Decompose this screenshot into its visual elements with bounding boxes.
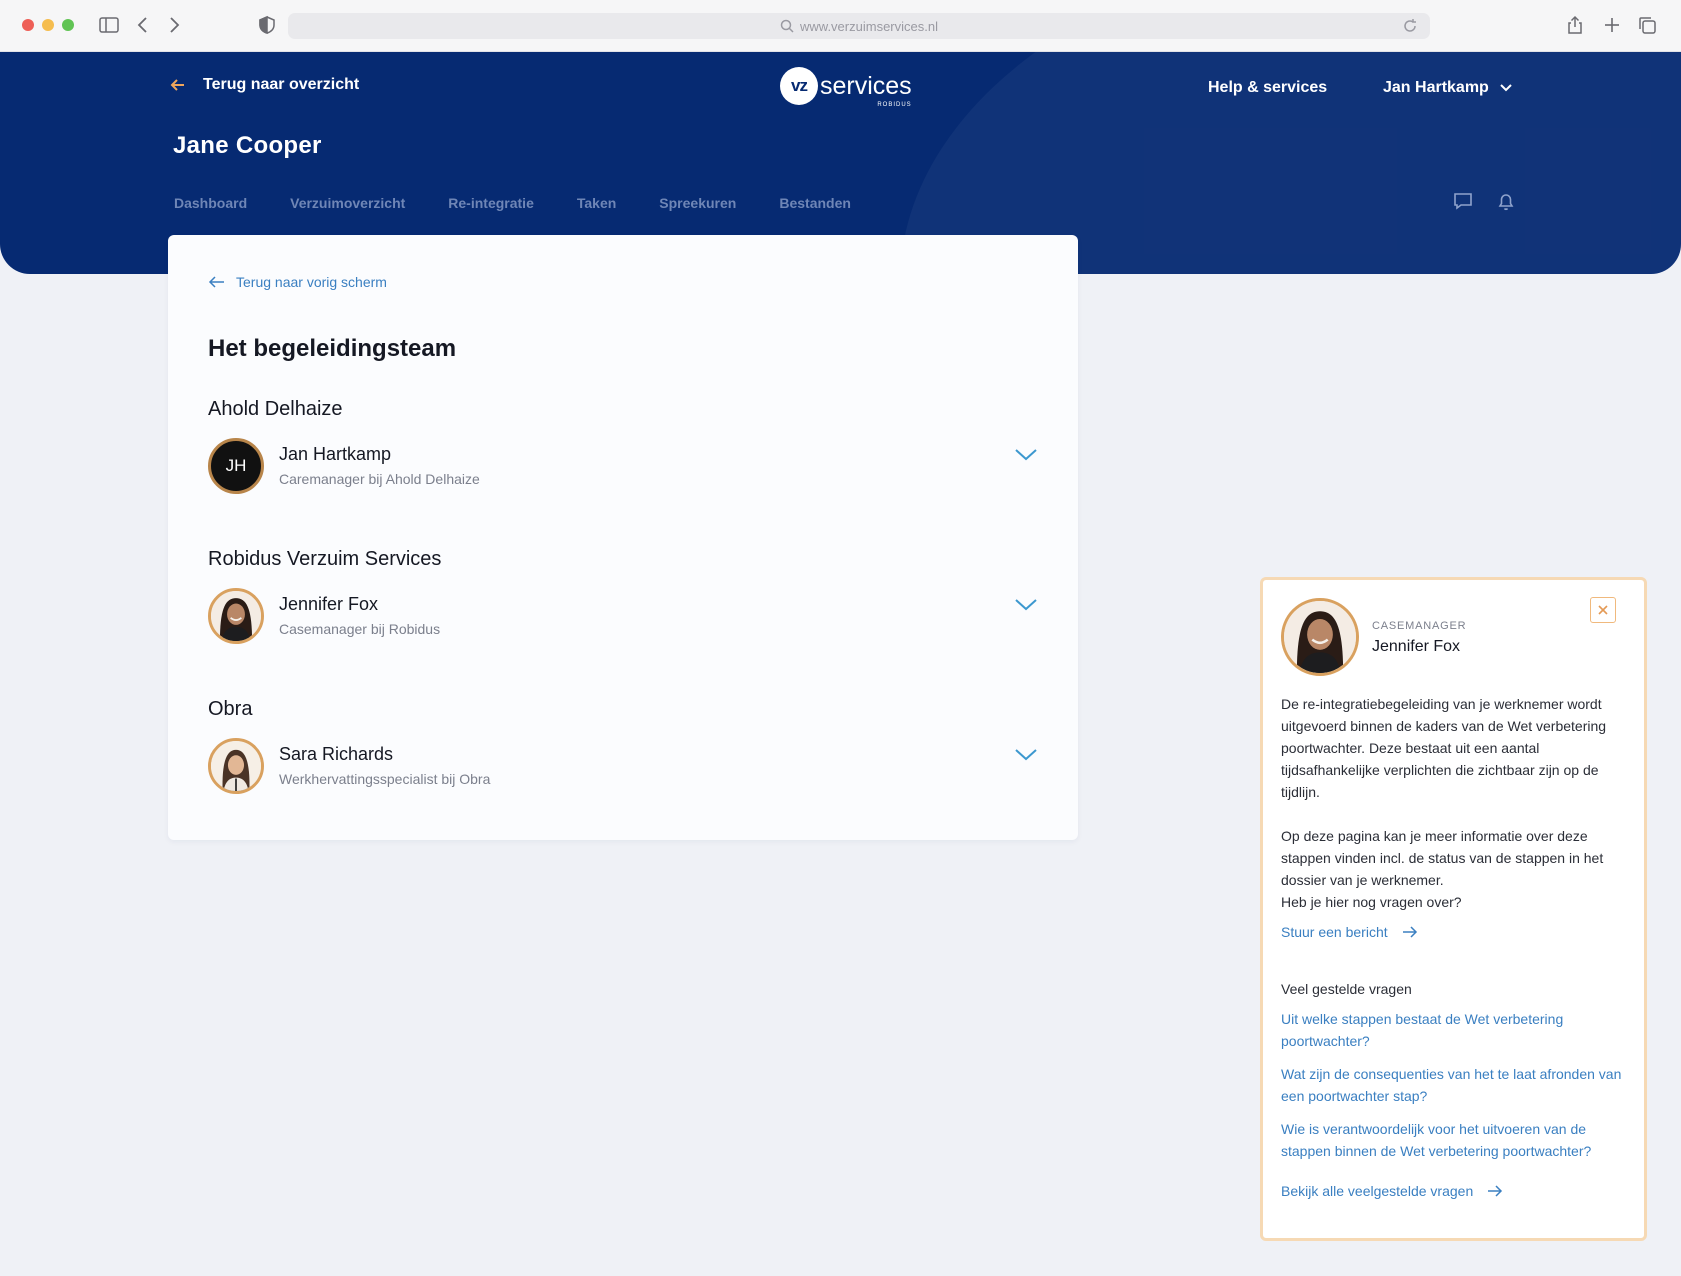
avatar (1281, 598, 1359, 676)
back-to-previous-link[interactable]: Terug naar vorig scherm (208, 274, 387, 290)
help-services-link[interactable]: Help & services (1208, 79, 1327, 97)
send-message-link[interactable]: Stuur een bericht (1281, 921, 1418, 943)
group-title-obra: Obra (208, 698, 253, 720)
group-title-robidus: Robidus Verzuim Services (208, 548, 442, 570)
chevron-down-icon[interactable] (1014, 746, 1038, 764)
faq-title: Veel gestelde vragen (1281, 981, 1412, 997)
tab-dashboard[interactable]: Dashboard (174, 195, 247, 211)
member-name: Sara Richards (279, 744, 394, 764)
tab-bestanden[interactable]: Bestanden (779, 195, 851, 211)
panel-name: Jennifer Fox (1372, 638, 1461, 655)
back-to-previous-label: Terug naar vorig scherm (236, 274, 387, 290)
url-text: www.verzuimservices.nl (800, 18, 938, 34)
faq-link[interactable]: Wie is verantwoordelijk voor het uitvoer… (1281, 1118, 1636, 1162)
chevron-down-icon (1500, 84, 1512, 92)
sidebar-toggle-icon[interactable] (98, 14, 120, 36)
maximize-window-button[interactable] (62, 19, 74, 31)
app-viewport: Terug naar overzicht vz services ROBIDUS… (0, 52, 1681, 1276)
member-name: Jennifer Fox (279, 594, 379, 614)
tab-taken[interactable]: Taken (577, 195, 616, 211)
casemanager-help-panel: CASEMANAGER Jennifer Fox De re-integrati… (1260, 577, 1647, 1241)
page-title: Jane Cooper (173, 132, 322, 159)
member-role: Werkhervattingsspecialist bij Obra (279, 771, 491, 787)
member-role: Casemanager bij Robidus (279, 621, 441, 637)
all-faq-link[interactable]: Bekijk alle veelgestelde vragen (1281, 1180, 1503, 1202)
tab-spreekuren[interactable]: Spreekuren (659, 195, 736, 211)
panel-eyebrow: CASEMANAGER (1372, 620, 1467, 632)
logo-badge: vz (780, 67, 818, 105)
arrow-right-icon (1402, 926, 1417, 938)
arrow-left-icon (208, 276, 224, 288)
chevron-down-icon[interactable] (1014, 446, 1038, 464)
brand-logo[interactable]: vz services ROBIDUS (780, 67, 912, 108)
arrow-left-icon (170, 79, 184, 91)
avatar (208, 588, 264, 644)
send-message-label: Stuur een bericht (1281, 924, 1388, 940)
faq-link[interactable]: Wat zijn de consequenties van het te laa… (1281, 1063, 1636, 1107)
member-row-jennifer-fox[interactable]: Jennifer Fox Casemanager bij Robidus (208, 588, 1038, 644)
avatar (208, 738, 264, 794)
member-row-jan-hartkamp[interactable]: JH Jan Hartkamp Caremanager bij Ahold De… (208, 438, 1038, 494)
arrow-right-icon (1488, 1185, 1503, 1197)
new-tab-icon[interactable] (1601, 14, 1623, 36)
user-menu[interactable]: Jan Hartkamp (1383, 79, 1513, 97)
bell-icon[interactable] (1495, 190, 1517, 212)
logo-wordmark: services ROBIDUS (820, 71, 912, 108)
share-icon[interactable] (1564, 14, 1586, 36)
team-card: Terug naar vorig scherm Het begeleidings… (168, 235, 1078, 840)
card-title: Het begeleidingsteam (208, 335, 457, 362)
tab-verzuimoverzicht[interactable]: Verzuimoverzicht (290, 195, 405, 211)
back-to-overview-link[interactable]: Terug naar overzicht (170, 76, 359, 94)
forward-nav-icon[interactable] (163, 14, 185, 36)
tab-overview-icon[interactable] (1636, 14, 1658, 36)
user-menu-label: Jan Hartkamp (1383, 79, 1489, 96)
back-to-overview-label: Terug naar overzicht (203, 76, 360, 93)
all-faq-label: Bekijk alle veelgestelde vragen (1281, 1183, 1474, 1199)
faq-link[interactable]: Uit welke stappen bestaat de Wet verbete… (1281, 1008, 1636, 1052)
member-row-sara-richards[interactable]: Sara Richards Werkhervattingsspecialist … (208, 738, 1038, 794)
back-nav-icon[interactable] (132, 14, 154, 36)
address-bar[interactable]: www.verzuimservices.nl (288, 13, 1430, 39)
tab-re-integratie[interactable]: Re-integratie (448, 195, 534, 211)
member-name: Jan Hartkamp (279, 444, 392, 464)
chat-icon[interactable] (1452, 190, 1474, 212)
search-icon (780, 19, 794, 33)
avatar: JH (208, 438, 264, 494)
help-services-label: Help & services (1208, 79, 1328, 96)
browser-toolbar: www.verzuimservices.nl (0, 0, 1681, 52)
panel-paragraph: De re-integratiebegeleiding van je werkn… (1281, 696, 1607, 800)
chevron-down-icon[interactable] (1014, 596, 1038, 614)
minimize-window-button[interactable] (42, 19, 54, 31)
close-window-button[interactable] (22, 19, 34, 31)
main-tabs: Dashboard Verzuimoverzicht Re-integratie… (174, 195, 894, 211)
panel-question: Heb je hier nog vragen over? (1281, 894, 1462, 910)
group-title-ahold: Ahold Delhaize (208, 398, 343, 420)
close-button[interactable] (1590, 597, 1616, 623)
logo-subtext: ROBIDUS (877, 101, 912, 108)
privacy-shield-icon[interactable] (256, 14, 278, 36)
reload-icon[interactable] (1402, 18, 1418, 34)
close-icon (1598, 605, 1608, 615)
panel-paragraph: Op deze pagina kan je meer informatie ov… (1281, 828, 1604, 888)
member-role: Caremanager bij Ahold Delhaize (279, 471, 480, 487)
